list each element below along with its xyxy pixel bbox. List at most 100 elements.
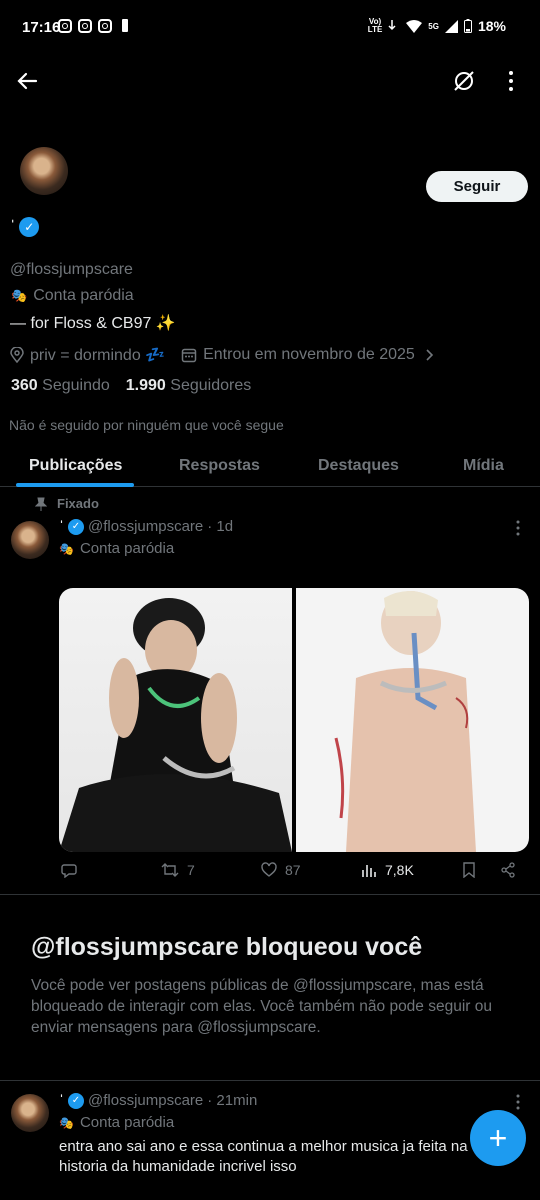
profile-avatar[interactable] bbox=[20, 147, 68, 195]
following-count: 360 bbox=[11, 377, 38, 394]
blocked-title: @flossjumpscare bloqueou você bbox=[31, 933, 423, 961]
post-time: · 21min bbox=[207, 1092, 258, 1109]
profile-name-row: ˈ ✓ bbox=[10, 217, 40, 237]
post-text: entra ano sai ano e essa continua a melh… bbox=[59, 1138, 468, 1175]
post-handle[interactable]: @flossjumpscare bbox=[88, 1092, 203, 1109]
theater-mask-icon: 🎭 bbox=[59, 1115, 74, 1130]
following-link[interactable]: 360 Seguindo bbox=[11, 377, 110, 395]
more-vertical-icon bbox=[516, 1094, 520, 1110]
instagram-icon bbox=[78, 19, 92, 33]
status-bar: 17:16 Vo) LTE 5G 18% bbox=[0, 0, 540, 56]
theater-mask-icon: 🎭 bbox=[11, 288, 28, 303]
verified-badge-icon: ✓ bbox=[68, 1092, 84, 1109]
post-parody-row: 🎭 Conta paródia bbox=[59, 1114, 174, 1131]
section-divider bbox=[0, 1080, 540, 1081]
bookmark-icon bbox=[463, 862, 475, 878]
back-button[interactable] bbox=[16, 70, 38, 97]
data-arrows-icon bbox=[388, 20, 396, 31]
parody-label-row: 🎭 Conta paródia bbox=[11, 287, 134, 305]
post-handle[interactable]: @flossjumpscare bbox=[88, 518, 203, 535]
active-tab-indicator bbox=[16, 483, 134, 487]
retweet-count: 7 bbox=[187, 862, 195, 878]
more-vertical-icon bbox=[516, 520, 520, 536]
plus-icon: + bbox=[488, 1119, 508, 1156]
followers-count: 1.990 bbox=[125, 377, 166, 394]
pin-icon bbox=[35, 497, 47, 511]
post-media-grid[interactable] bbox=[59, 588, 529, 852]
views-button[interactable]: 7,8K bbox=[361, 862, 414, 878]
post-image-left[interactable] bbox=[59, 588, 292, 852]
notification-icons bbox=[58, 19, 128, 33]
reply-icon bbox=[61, 864, 77, 878]
post-header: ˈ ✓ @flossjumpscare · 21min bbox=[59, 1092, 257, 1109]
tab-publicacoes[interactable]: Publicações bbox=[29, 457, 122, 475]
not-followed-note: Não é seguido por ninguém que você segue bbox=[9, 417, 284, 433]
post-image-right[interactable] bbox=[296, 588, 529, 852]
post-parody-label: Conta paródia bbox=[79, 1114, 175, 1131]
network-type: 5G bbox=[428, 21, 439, 31]
volte-icon: Vo) LTE bbox=[367, 17, 383, 34]
more-options-button[interactable] bbox=[504, 69, 518, 98]
battery-icon bbox=[463, 19, 472, 33]
post-time: · 1d bbox=[207, 518, 234, 535]
arrow-left-icon bbox=[17, 72, 38, 90]
post-parody-row: 🎭 Conta paródia bbox=[59, 540, 174, 557]
theater-mask-icon: 🎭 bbox=[59, 541, 74, 556]
blocked-body: Você pode ver postagens públicas de @flo… bbox=[31, 977, 492, 1036]
post-header: ˈ ✓ @flossjumpscare · 1d bbox=[59, 518, 233, 535]
following-label: Seguindo bbox=[42, 377, 110, 394]
post-more-button[interactable] bbox=[512, 1093, 524, 1116]
post-avatar[interactable] bbox=[11, 1094, 49, 1132]
followers-link[interactable]: 1.990 Seguidores bbox=[126, 377, 251, 395]
pinned-indicator: Fixado bbox=[35, 496, 99, 511]
compose-post-button[interactable]: + bbox=[470, 1110, 526, 1166]
follow-stats: 360 Seguindo 1.990 Seguidores bbox=[11, 377, 251, 395]
pinned-label: Fixado bbox=[57, 496, 99, 511]
grok-icon bbox=[454, 71, 474, 91]
more-vertical-icon bbox=[509, 71, 513, 91]
retweet-button[interactable]: 7 bbox=[161, 862, 195, 878]
verified-badge-icon: ✓ bbox=[19, 217, 40, 237]
profile-bio: — for Floss & CB97 ✨ bbox=[10, 315, 176, 332]
profile-handle: @flossjumpscare bbox=[10, 261, 133, 278]
battery-percent: 18% bbox=[477, 18, 506, 34]
calendar-icon bbox=[181, 348, 197, 363]
bookmark-button[interactable] bbox=[462, 862, 476, 878]
display-name: ˈ bbox=[10, 218, 16, 235]
wifi-icon bbox=[406, 19, 423, 33]
post-display-name: ˈ bbox=[59, 518, 64, 535]
followers-label: Seguidores bbox=[170, 377, 252, 394]
status-time: 17:16 bbox=[22, 19, 61, 36]
like-button[interactable]: 87 bbox=[261, 862, 301, 878]
post-display-name: ˈ bbox=[59, 1092, 64, 1109]
profile-joined: Entrou em novembro de 2025 bbox=[203, 346, 415, 363]
parody-label: Conta paródia bbox=[33, 287, 134, 304]
views-chart-icon bbox=[362, 865, 376, 877]
tab-respostas[interactable]: Respostas bbox=[179, 457, 260, 475]
status-right: Vo) LTE 5G 18% bbox=[367, 17, 506, 35]
profile-location: priv = dormindo 💤 bbox=[30, 347, 166, 364]
profile-meta-row: priv = dormindo 💤 Entrou em novembro de … bbox=[10, 345, 435, 365]
instagram-icon bbox=[98, 19, 112, 33]
signal-icon bbox=[444, 19, 458, 33]
profile-tabs: Publicações Respostas Destaques Mídia bbox=[0, 445, 540, 487]
follow-button[interactable]: Seguir bbox=[426, 171, 528, 202]
battery-notification-icon bbox=[122, 19, 128, 32]
heart-icon bbox=[261, 862, 277, 877]
post-avatar[interactable] bbox=[11, 521, 49, 559]
tab-destaques[interactable]: Destaques bbox=[318, 457, 399, 475]
location-pin-icon bbox=[10, 347, 24, 363]
chevron-right-icon[interactable] bbox=[425, 348, 435, 362]
share-button[interactable] bbox=[500, 862, 516, 878]
views-count: 7,8K bbox=[385, 862, 414, 878]
person-photo-image bbox=[59, 598, 292, 852]
share-icon bbox=[501, 862, 515, 878]
reply-button[interactable] bbox=[61, 862, 77, 878]
person-photo-image bbox=[334, 590, 476, 852]
post-parody-label: Conta paródia bbox=[79, 540, 175, 557]
like-count: 87 bbox=[285, 862, 301, 878]
instagram-icon bbox=[58, 19, 72, 33]
tab-midia[interactable]: Mídia bbox=[463, 457, 504, 475]
grok-button[interactable] bbox=[452, 69, 476, 98]
post-more-button[interactable] bbox=[512, 519, 524, 542]
